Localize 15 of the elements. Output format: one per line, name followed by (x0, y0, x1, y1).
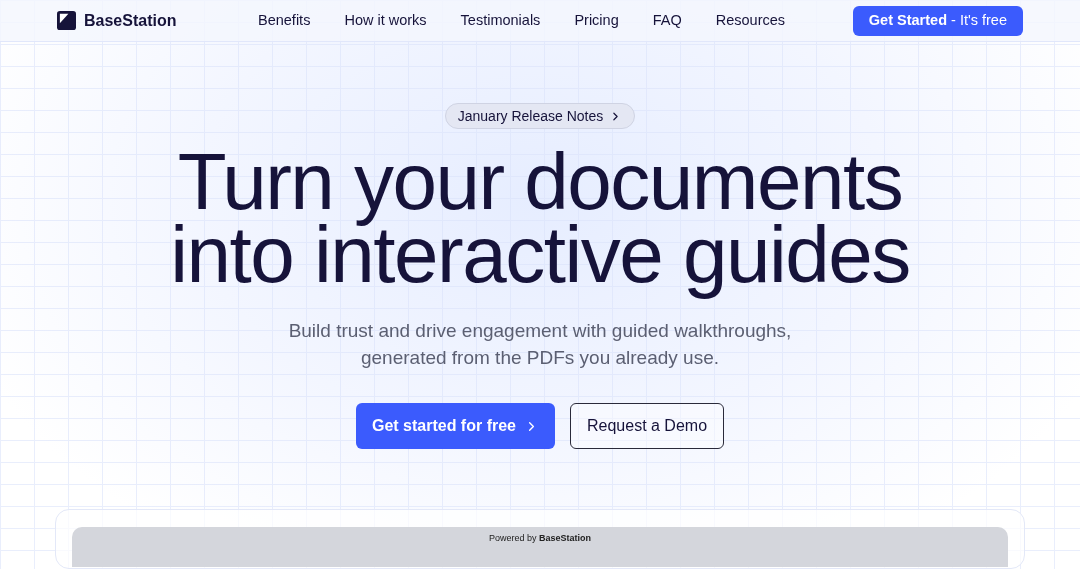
nav-link[interactable]: Resources (715, 9, 786, 32)
subtitle-line: generated from the PDFs you already use. (361, 346, 719, 370)
get-started-free-button[interactable]: Get started for free (355, 403, 555, 449)
nav-link[interactable]: Pricing (574, 9, 619, 32)
nav-link[interactable]: Benefits (258, 9, 311, 32)
brand-name: BaseStation (84, 10, 177, 31)
get-started-button[interactable]: Get Started - It's free (852, 5, 1023, 36)
nav-link[interactable]: FAQ (652, 9, 682, 32)
powered-by-caption: Powered by BaseStation (488, 533, 591, 545)
nav-link[interactable]: Testimonials (460, 9, 541, 32)
subtitle-line: Build trust and drive engagement with guided walkthroughs, (288, 319, 792, 343)
nav-link[interactable]: How it works (344, 9, 427, 32)
release-notes-badge[interactable]: January Release Notes (444, 103, 636, 129)
logo-icon (57, 11, 76, 30)
request-demo-button[interactable]: Request a Demo (570, 403, 725, 449)
